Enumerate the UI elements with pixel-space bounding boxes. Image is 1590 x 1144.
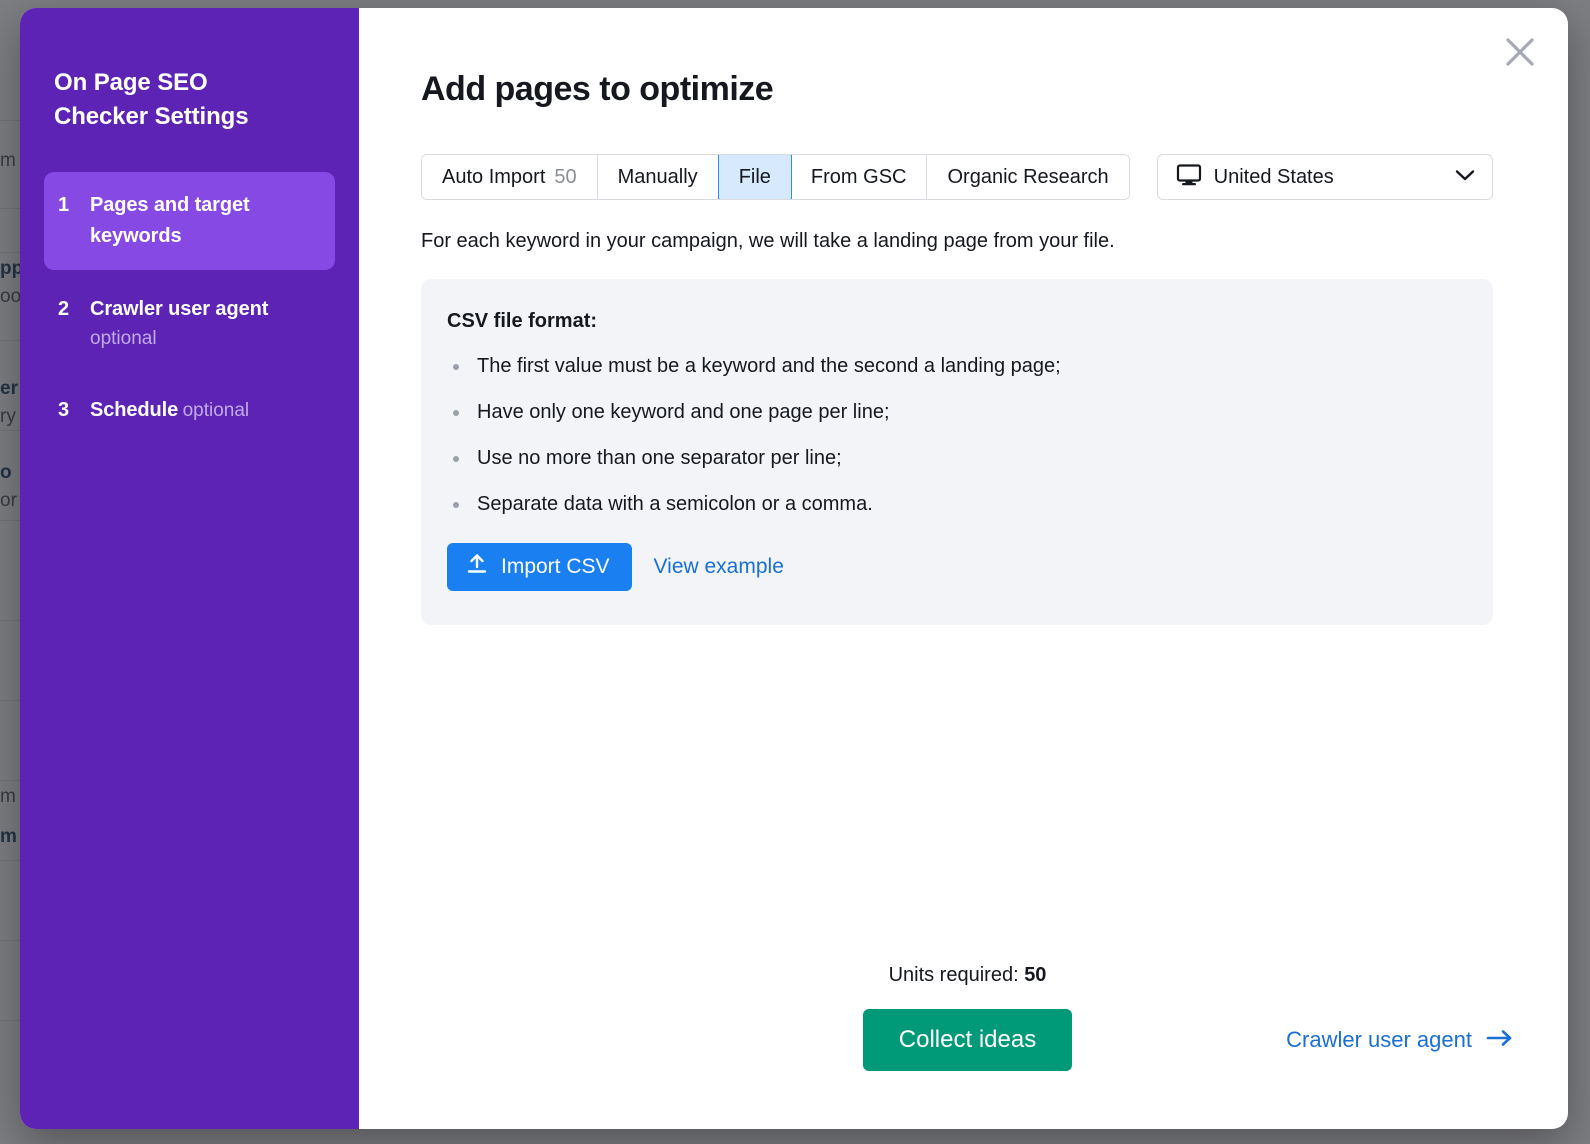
step-optional-label: optional — [90, 328, 157, 349]
units-required-label: Units required: — [889, 964, 1019, 986]
next-link-label: Crawler user agent — [1286, 1027, 1472, 1053]
import-csv-button[interactable]: Import CSV — [447, 543, 632, 591]
csv-actions: Import CSV View example — [447, 543, 1459, 591]
csv-rule-item: The first value must be a keyword and th… — [447, 353, 1459, 379]
csv-format-heading: CSV file format: — [447, 310, 1459, 333]
step-label: Pages and target keywords — [90, 194, 250, 247]
source-tabs-row: Auto Import 50 Manually File From GSC Or… — [421, 154, 1514, 200]
step-number: 2 — [58, 294, 70, 325]
country-select-value: United States — [1214, 166, 1442, 189]
sidebar-step-pages-and-target-keywords[interactable]: 1 Pages and target keywords — [44, 172, 335, 270]
sidebar-step-crawler-user-agent[interactable]: 2 Crawler user agent optional — [44, 276, 335, 371]
tab-organic-research[interactable]: Organic Research — [927, 155, 1128, 199]
import-csv-button-label: Import CSV — [501, 555, 610, 579]
collect-ideas-button[interactable]: Collect ideas — [863, 1009, 1072, 1071]
modal-content: Add pages to optimize Auto Import 50 Man… — [359, 8, 1568, 1129]
tab-label: Auto Import — [442, 166, 545, 189]
page-title: Add pages to optimize — [421, 70, 1514, 109]
units-required: Units required: 50 — [421, 964, 1514, 987]
modal-sidebar: On Page SEO Checker Settings 1 Pages and… — [20, 8, 359, 1129]
step-optional-label: optional — [183, 400, 250, 421]
settings-modal: On Page SEO Checker Settings 1 Pages and… — [20, 8, 1568, 1129]
chevron-down-icon — [1454, 168, 1476, 187]
tab-auto-import[interactable]: Auto Import 50 — [422, 155, 598, 199]
step-number: 1 — [58, 190, 70, 221]
upload-icon — [466, 553, 488, 581]
csv-rule-item: Separate data with a semicolon or a comm… — [447, 491, 1459, 517]
close-icon[interactable] — [1498, 30, 1542, 74]
country-select[interactable]: United States — [1157, 154, 1493, 200]
csv-rule-item: Use no more than one separator per line; — [447, 445, 1459, 471]
modal-footer: Units required: 50 Collect ideas Crawler… — [421, 964, 1514, 1071]
source-tabs: Auto Import 50 Manually File From GSC Or… — [421, 154, 1130, 200]
units-required-value: 50 — [1024, 964, 1046, 986]
sidebar-title: On Page SEO Checker Settings — [54, 66, 294, 134]
tab-count-badge: 50 — [554, 166, 576, 189]
sidebar-step-schedule[interactable]: 3 Schedule optional — [44, 377, 335, 444]
arrow-right-icon — [1486, 1027, 1514, 1053]
csv-rule-item: Have only one keyword and one page per l… — [447, 399, 1459, 425]
tab-file[interactable]: File — [718, 154, 792, 200]
view-example-link[interactable]: View example — [654, 555, 784, 579]
monitor-icon — [1176, 163, 1202, 192]
step-number: 3 — [58, 395, 70, 426]
tab-label: Manually — [618, 166, 698, 189]
csv-format-rules: The first value must be a keyword and th… — [447, 353, 1459, 517]
csv-format-panel: CSV file format: The first value must be… — [421, 279, 1493, 625]
tab-label: File — [739, 166, 771, 189]
footer-actions: Collect ideas Crawler user agent — [421, 1009, 1514, 1071]
source-hint-text: For each keyword in your campaign, we wi… — [421, 230, 1514, 253]
tab-manually[interactable]: Manually — [598, 155, 719, 199]
tab-label: Organic Research — [947, 166, 1108, 189]
step-label: Schedule — [90, 399, 178, 421]
tab-label: From GSC — [811, 166, 907, 189]
tab-from-gsc[interactable]: From GSC — [791, 155, 928, 199]
step-label: Crawler user agent — [90, 298, 268, 320]
crawler-user-agent-next-link[interactable]: Crawler user agent — [1286, 1027, 1514, 1053]
